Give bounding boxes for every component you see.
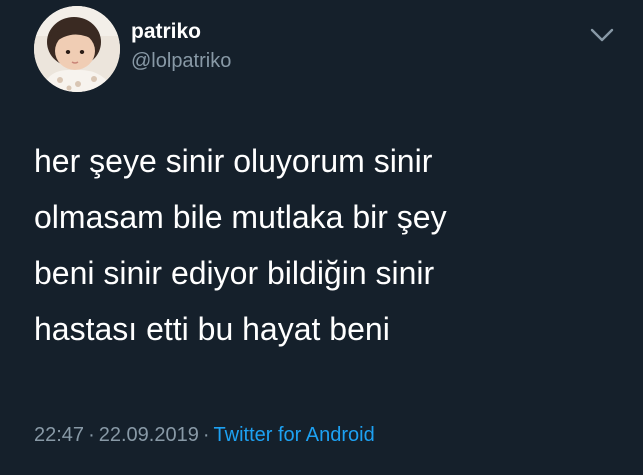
tweet-date[interactable]: 22.09.2019 [99, 424, 199, 446]
meta-separator: · [202, 424, 210, 446]
tweet-text: her şeye sinir oluyorum sinir olmasam bi… [34, 143, 447, 347]
display-name[interactable]: patriko [131, 20, 201, 44]
avatar[interactable] [34, 6, 120, 92]
tweet-source-link[interactable]: Twitter for Android [214, 424, 375, 446]
tweet-card: patriko @lolpatriko her şeye sinir oluyo… [0, 0, 643, 475]
user-handle[interactable]: @lolpatriko [131, 49, 231, 73]
tweet-time[interactable]: 22:47 [34, 424, 84, 446]
avatar-photo [34, 6, 120, 92]
tweet-meta: 22:47 · 22.09.2019 · Twitter for Android [34, 422, 375, 448]
meta-separator: · [88, 424, 95, 446]
chevron-down-icon[interactable] [588, 24, 616, 46]
